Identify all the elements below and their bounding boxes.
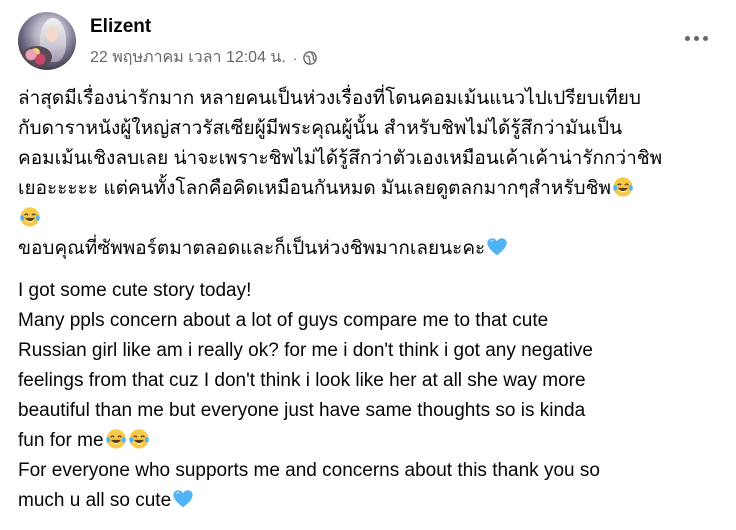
globe-icon[interactable] [303, 50, 318, 65]
thai-line-4: เยอะะะะะ แต่คนทั้งโลกคือคิดเหมือนกันหมด … [18, 174, 720, 204]
author-name[interactable]: Elizent [90, 16, 151, 38]
post-content: ล่าสุดมีเรื่องน่ารักมาก หลายคนเป็นห่วงเร… [18, 84, 720, 516]
english-line-6: fun for me [18, 426, 720, 456]
english-line-2: Many ppls concern about a lot of guys co… [18, 310, 549, 331]
face-with-tears-of-joy-emoji [613, 177, 633, 197]
face-with-tears-of-joy-emoji [20, 207, 40, 227]
thai-line-2: กับดาราหนังผู้ใหญ่สาวรัสเซียผู้มีพระคุณผ… [18, 118, 623, 139]
english-line-7: For everyone who supports me and concern… [18, 460, 600, 481]
avatar-face [46, 26, 58, 42]
facebook-post: Elizent 22 พฤษภาคม เวลา 12:04 น. · ล่าสุ… [0, 0, 736, 530]
english-line-5: beautiful than me but everyone just have… [18, 400, 586, 421]
thai-line-5 [18, 204, 720, 234]
english-line-1: I got some cute story today! [18, 280, 252, 301]
english-line-4: feelings from that cuz I don't think i l… [18, 370, 586, 391]
more-horizontal-icon-dot [693, 35, 699, 41]
avatar[interactable] [18, 12, 76, 70]
face-with-tears-of-joy-emoji [105, 429, 126, 449]
english-line-3: Russian girl like am i really ok? for me… [18, 340, 593, 361]
english-line-8: much u all so cute [18, 486, 720, 516]
post-header: Elizent 22 พฤษภาคม เวลา 12:04 น. · [18, 12, 718, 70]
more-horizontal-icon-dot [702, 35, 708, 41]
face-with-tears-of-joy-emoji [128, 429, 149, 449]
avatar-flowers [22, 46, 52, 68]
post-timestamp[interactable]: 22 พฤษภาคม เวลา 12:04 น. [90, 45, 286, 70]
post-meta: 22 พฤษภาคม เวลา 12:04 น. · [90, 45, 318, 70]
meta-separator: · [292, 49, 298, 66]
blue-heart-emoji [487, 238, 507, 256]
thai-line-6: ขอบคุณที่ซัพพอร์ตมาตลอดและก็เป็นห่วงชิพม… [18, 234, 720, 264]
thai-line-3: คอมเม้นเชิงลบเลย น่าจะเพราะชิพไม่ได้รู้ส… [18, 148, 663, 169]
blue-heart-emoji [173, 490, 193, 508]
thai-line-1: ล่าสุดมีเรื่องน่ารักมาก หลายคนเป็นห่วงเร… [18, 88, 641, 109]
more-horizontal-icon [684, 35, 690, 41]
more-options-button[interactable] [680, 26, 712, 50]
